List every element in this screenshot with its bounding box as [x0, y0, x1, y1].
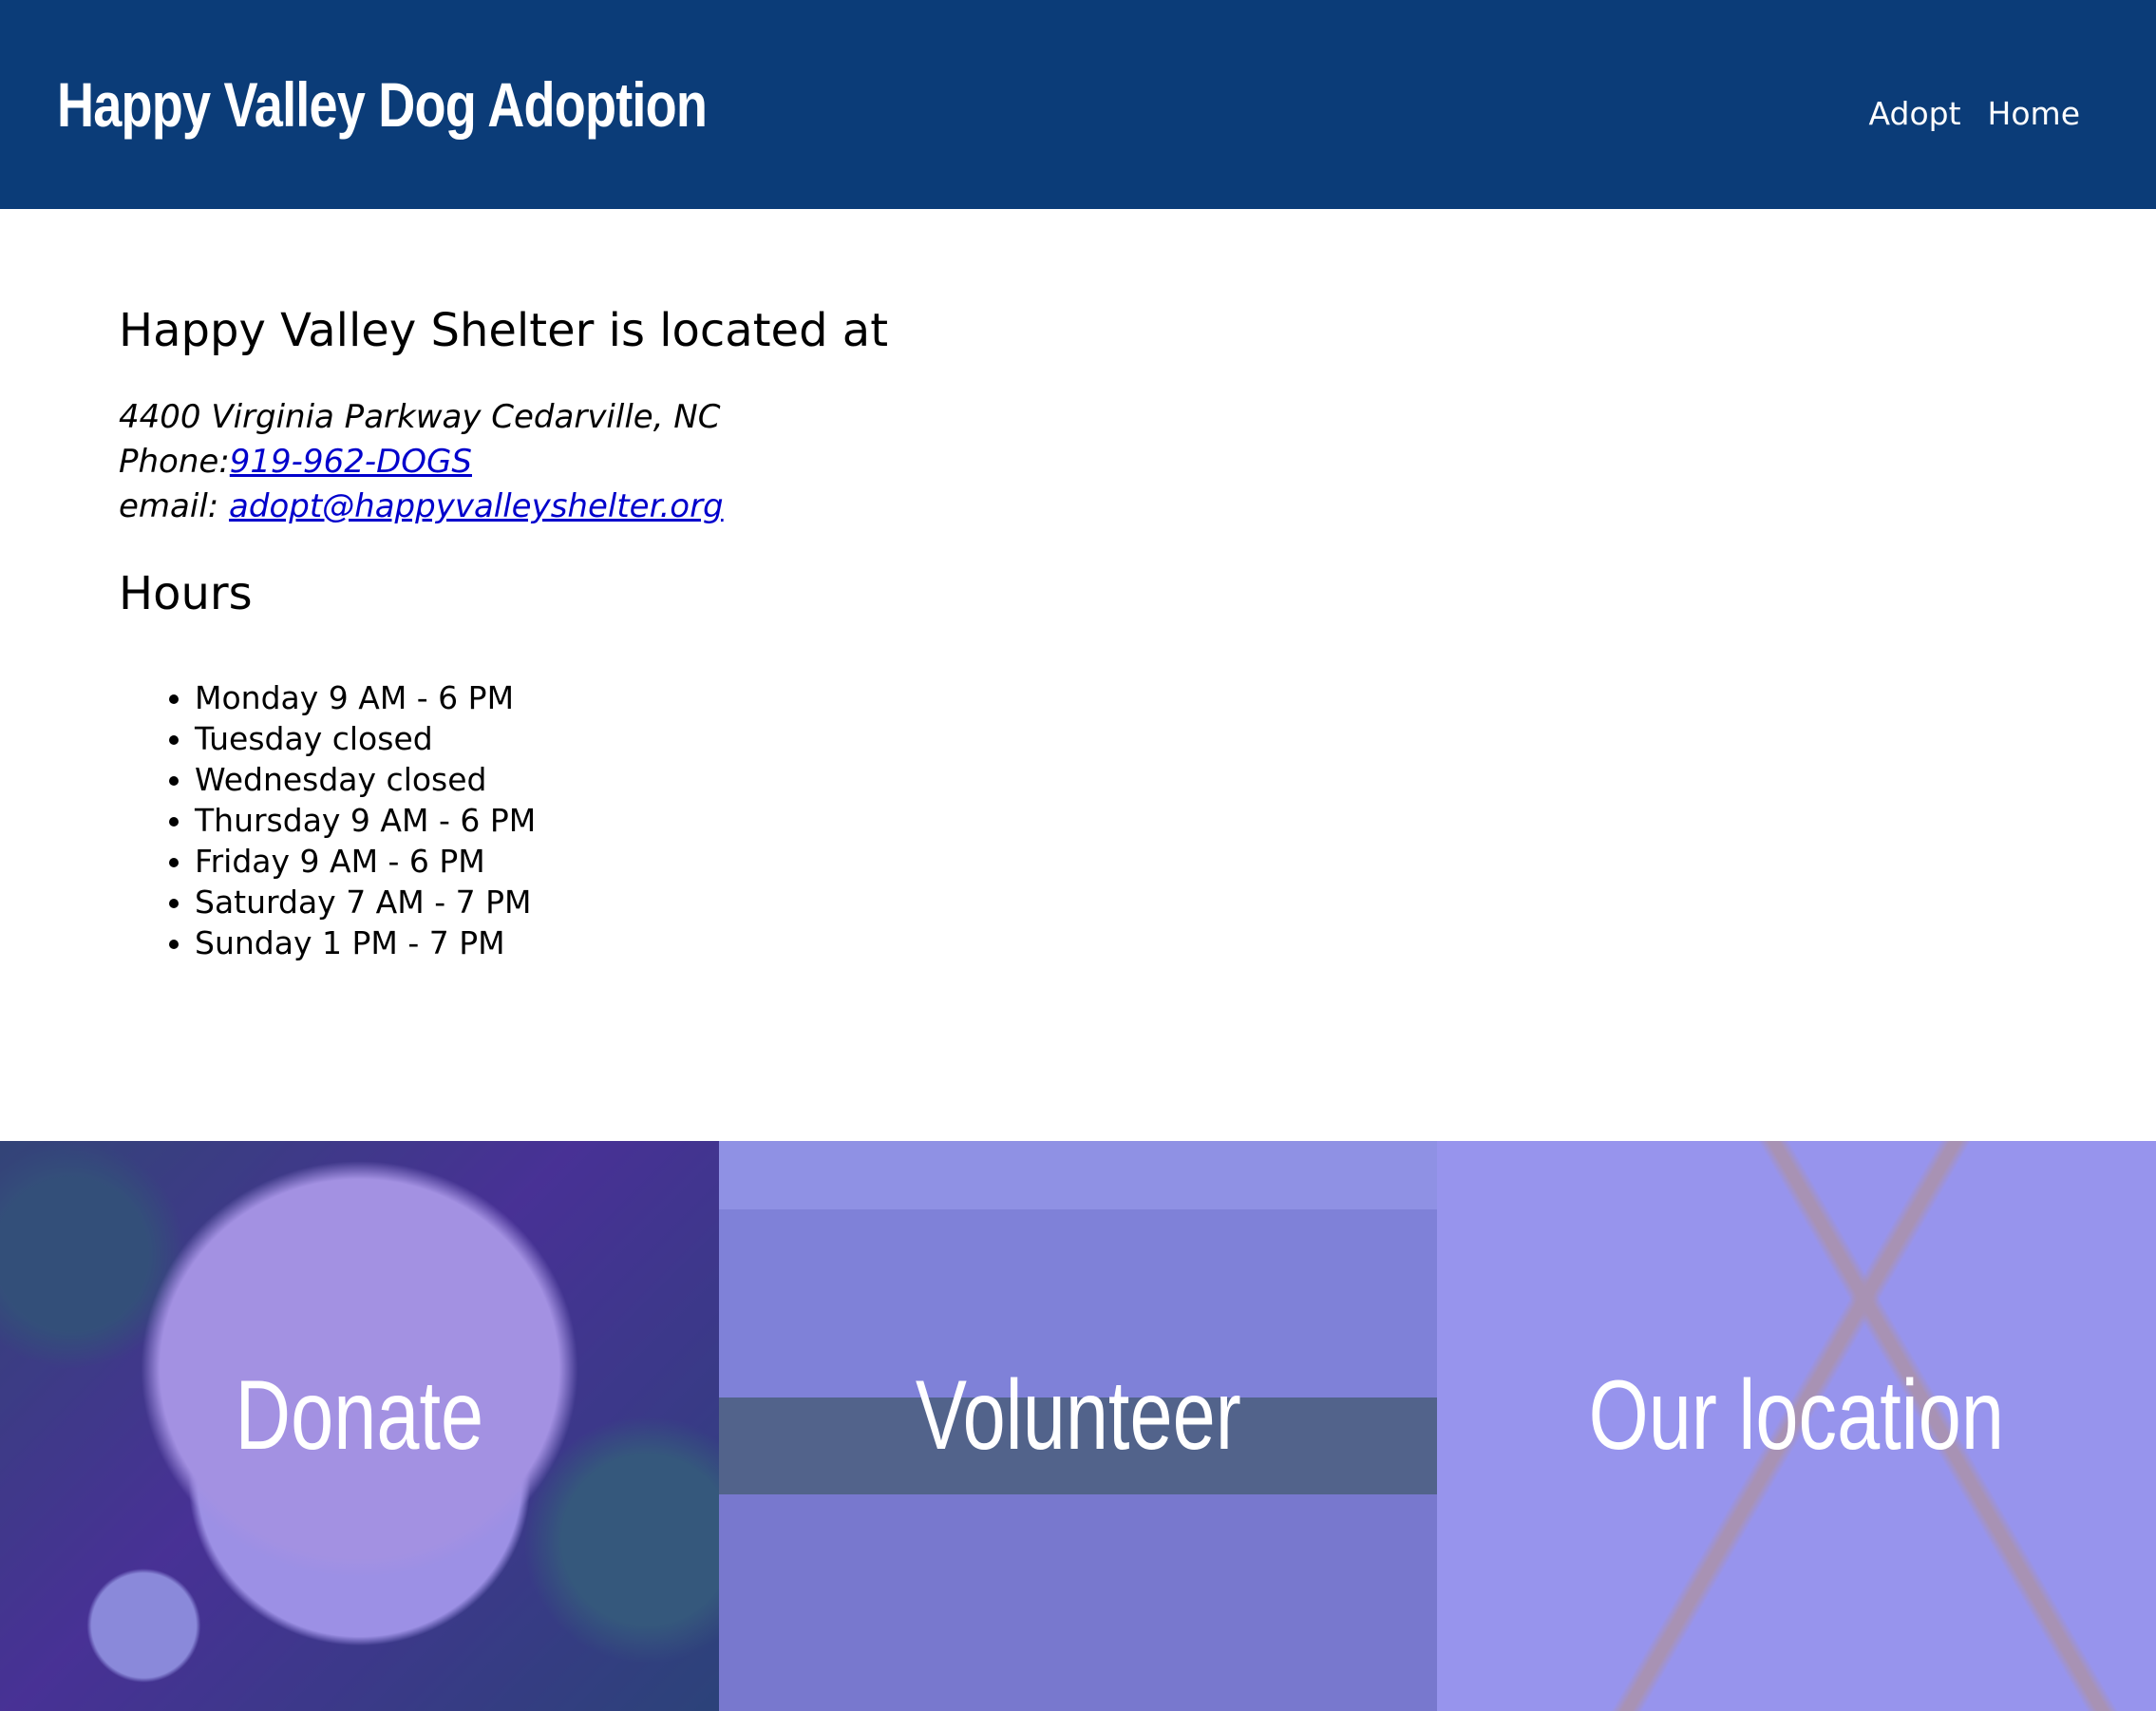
hours-item: Thursday 9 AM - 6 PM	[195, 800, 1448, 841]
site-header: Happy Valley Dog Adoption Adopt Home	[0, 0, 2156, 209]
nav-link-home[interactable]: Home	[1988, 95, 2080, 132]
hours-item: Saturday 7 AM - 7 PM	[195, 882, 1448, 922]
hours-item: Wednesday closed	[195, 759, 1448, 800]
donate-label: Donate	[235, 1360, 484, 1471]
phone-label: Phone:	[119, 443, 230, 481]
contact-info: 4400 Virginia Parkway Cedarville, NC Pho…	[119, 395, 1448, 529]
hours-list: Monday 9 AM - 6 PM Tuesday closed Wednes…	[119, 677, 1448, 963]
hours-item: Friday 9 AM - 6 PM	[195, 841, 1448, 882]
location-tile[interactable]: Our location	[1437, 1141, 2156, 1711]
feature-tiles: Donate Volunteer Our location	[0, 1141, 2156, 1711]
site-title[interactable]: Happy Valley Dog Adoption	[57, 68, 708, 141]
donate-tile[interactable]: Donate	[0, 1141, 719, 1711]
email-line: email: adopt@happyvalleyshelter.org	[119, 485, 1448, 529]
volunteer-label: Volunteer	[915, 1360, 1241, 1471]
email-label: email:	[119, 487, 230, 525]
nav-link-adopt[interactable]: Adopt	[1869, 95, 1961, 132]
location-heading: Happy Valley Shelter is located at	[119, 304, 889, 357]
email-link[interactable]: adopt@happyvalleyshelter.org	[229, 487, 724, 525]
main-nav: Adopt Home	[1869, 95, 2080, 132]
main-content: Happy Valley Shelter is located at 4400 …	[119, 304, 1448, 963]
hours-item: Monday 9 AM - 6 PM	[195, 677, 1448, 718]
volunteer-tile[interactable]: Volunteer	[718, 1141, 1438, 1711]
hours-item: Sunday 1 PM - 7 PM	[195, 922, 1448, 963]
phone-line: Phone:919-962-DOGS	[119, 440, 1448, 485]
street-address: 4400 Virginia Parkway Cedarville, NC	[119, 398, 721, 436]
location-label: Our location	[1588, 1360, 2005, 1471]
hours-item: Tuesday closed	[195, 718, 1448, 759]
hours-heading: Hours	[119, 567, 253, 620]
phone-link[interactable]: 919-962-DOGS	[230, 443, 472, 481]
